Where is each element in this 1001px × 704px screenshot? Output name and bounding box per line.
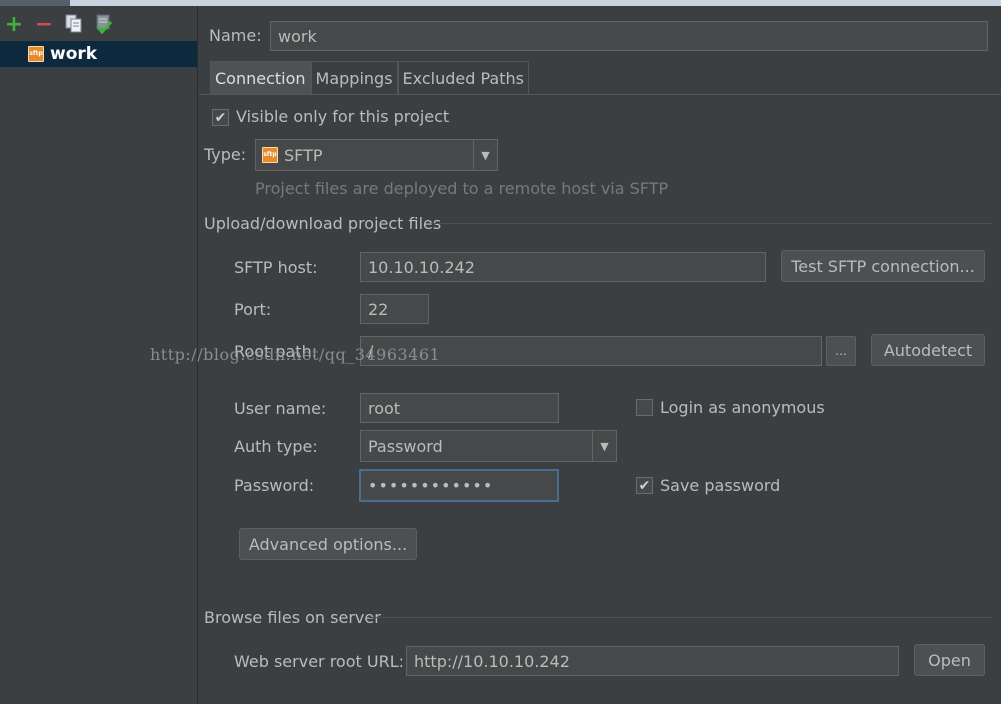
sidebar-toolbar: + − xyxy=(4,12,114,37)
login-anonymous-label: Login as anonymous xyxy=(660,398,825,417)
browse-section-divider xyxy=(369,617,992,618)
web-root-url-field[interactable]: http://10.10.10.242 xyxy=(406,646,899,676)
watermark: http://blog.csdn.net/qq_34963461 xyxy=(150,345,441,364)
login-anonymous-checkbox[interactable] xyxy=(636,399,653,416)
set-default-icon[interactable] xyxy=(94,14,114,34)
type-label: Type: xyxy=(204,145,247,164)
browse-section-title: Browse files on server xyxy=(204,608,381,627)
sftp-host-field[interactable]: 10.10.10.242 xyxy=(360,252,766,282)
upload-section-title: Upload/download project files xyxy=(204,214,442,233)
type-hint: Project files are deployed to a remote h… xyxy=(255,179,669,198)
visible-only-label: Visible only for this project xyxy=(236,107,450,126)
copy-icon[interactable] xyxy=(64,14,84,34)
server-list-item-label: work xyxy=(50,44,98,64)
save-password-checkbox[interactable]: ✔ xyxy=(636,477,653,494)
password-label: Password: xyxy=(234,476,315,495)
type-combobox[interactable]: sftp SFTP ▼ xyxy=(255,139,498,171)
advanced-options-button[interactable]: Advanced options... xyxy=(239,528,417,560)
tab-excluded-paths[interactable]: Excluded Paths xyxy=(397,61,529,94)
autodetect-button[interactable]: Autodetect xyxy=(871,334,985,366)
user-name-field[interactable]: root xyxy=(360,393,559,423)
open-button[interactable]: Open xyxy=(914,644,985,676)
user-name-label: User name: xyxy=(234,399,327,418)
name-field[interactable]: work xyxy=(270,21,988,51)
type-value: SFTP xyxy=(284,145,323,165)
port-label: Port: xyxy=(234,300,272,319)
test-connection-button[interactable]: Test SFTP connection... xyxy=(781,250,985,282)
config-tabs: Connection Mappings Excluded Paths xyxy=(210,61,529,94)
tab-divider xyxy=(199,94,1001,95)
sftp-icon: sftp xyxy=(28,46,44,62)
visible-only-checkbox[interactable]: ✔ xyxy=(212,109,229,126)
port-field[interactable]: 22 xyxy=(360,294,429,324)
tab-mappings[interactable]: Mappings xyxy=(310,61,398,94)
password-field[interactable]: •••••••••••• xyxy=(360,470,558,501)
browse-root-button[interactable]: ... xyxy=(826,336,856,366)
auth-type-label: Auth type: xyxy=(234,437,318,456)
save-password-label: Save password xyxy=(660,476,781,495)
sftp-icon: sftp xyxy=(262,147,278,163)
add-icon[interactable]: + xyxy=(4,12,24,37)
dropdown-arrow-icon[interactable]: ▼ xyxy=(473,140,497,170)
checkmark-icon: ✔ xyxy=(638,477,651,494)
remove-icon[interactable]: − xyxy=(34,12,54,37)
web-root-url-label: Web server root URL: xyxy=(234,652,404,671)
auth-type-value: Password xyxy=(368,436,443,456)
sftp-host-label: SFTP host: xyxy=(234,258,318,277)
checkmark-icon: ✔ xyxy=(214,109,227,126)
server-list-item[interactable]: sftp work xyxy=(0,41,197,67)
tab-connection[interactable]: Connection xyxy=(210,61,311,94)
name-label: Name: xyxy=(209,26,262,45)
auth-type-combobox[interactable]: Password ▼ xyxy=(360,430,617,462)
upload-section-divider xyxy=(431,223,992,224)
dropdown-arrow-icon[interactable]: ▼ xyxy=(592,431,616,461)
